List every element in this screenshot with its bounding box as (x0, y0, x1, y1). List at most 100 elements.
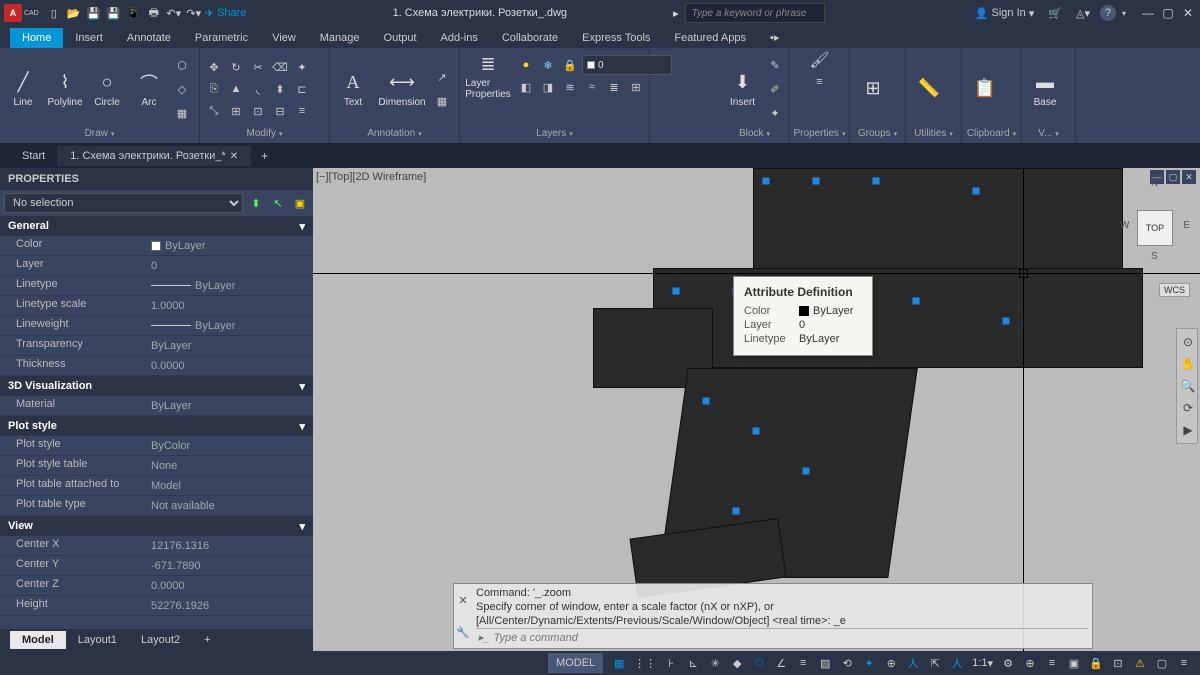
viewcube[interactable]: N W E S TOP (1120, 178, 1190, 278)
undo-icon[interactable]: ↶▾ (165, 4, 183, 22)
dimension-button[interactable]: ⟷Dimension (376, 69, 428, 110)
sb-units-icon[interactable]: ≡ (1042, 653, 1062, 673)
cmd-config-icon[interactable]: 🔧 (456, 626, 470, 639)
stretch-icon[interactable]: ⬍ (270, 79, 290, 99)
section-general[interactable]: General▾ (0, 216, 313, 236)
sb-annscale-icon[interactable]: ⇱ (925, 653, 945, 673)
save-icon[interactable]: 💾 (85, 4, 103, 22)
redo-icon[interactable]: ↷▾ (185, 4, 203, 22)
mirror-icon[interactable]: ▲ (226, 79, 246, 99)
sb-iso2-icon[interactable]: ⊡ (1108, 653, 1128, 673)
panel-modify[interactable]: Modify (204, 128, 325, 141)
zoom-icon[interactable]: 🔍 (1179, 377, 1197, 395)
sb-annvis-icon[interactable]: 人 (947, 653, 967, 673)
tab-collaborate[interactable]: Collaborate (490, 28, 570, 48)
tab-manage[interactable]: Manage (308, 28, 372, 48)
web-icon[interactable]: 📱 (125, 4, 143, 22)
layer-properties-button[interactable]: ≣Layer Properties (464, 50, 512, 102)
layer-match-icon[interactable]: ≋ (560, 77, 580, 97)
sb-trans-icon[interactable]: ▨ (815, 653, 835, 673)
section-view[interactable]: View▾ (0, 516, 313, 536)
panel-clipboard[interactable]: Clipboard (966, 128, 1017, 141)
block-attr-icon[interactable]: ✦ (765, 103, 785, 123)
sb-ortho-icon[interactable]: ⊾ (683, 653, 703, 673)
sb-dyn-icon[interactable]: ⊕ (881, 653, 901, 673)
tab-close-icon[interactable]: ✕ (230, 151, 238, 162)
sb-cycle-icon[interactable]: ⟲ (837, 653, 857, 673)
sb-qp-icon[interactable]: ▣ (1064, 653, 1084, 673)
tab-layout2[interactable]: Layout2 (129, 631, 192, 649)
pickadd-icon[interactable]: ▣ (291, 194, 309, 212)
draw-misc-3[interactable]: ▦ (172, 103, 192, 123)
draw-misc-2[interactable]: ◇ (172, 79, 192, 99)
layer-combo[interactable]: 0 (582, 55, 672, 75)
tab-express[interactable]: Express Tools (570, 28, 662, 48)
modify-misc1[interactable]: ⊡ (248, 101, 268, 121)
viewport-label[interactable]: [−][Top][2D Wireframe] (316, 171, 426, 183)
polyline-button[interactable]: ⌇Polyline (46, 69, 84, 110)
sb-ws-icon[interactable]: ⚙ (998, 653, 1018, 673)
modify-misc3[interactable]: ≡ (292, 101, 312, 121)
sb-infer-icon[interactable]: ⊦ (661, 653, 681, 673)
tab-extra-icon[interactable]: ▪▸ (758, 27, 791, 48)
sb-custom-icon[interactable]: ≡ (1174, 653, 1194, 673)
explode-icon[interactable]: ✦ (292, 57, 312, 77)
layer-misc3[interactable]: ⊞ (626, 77, 646, 97)
panel-layers[interactable]: Layers (464, 128, 645, 141)
groups-button[interactable]: ⊞ (854, 74, 892, 104)
sb-model[interactable]: MODEL (548, 653, 603, 673)
app-logo[interactable]: A (4, 4, 22, 22)
move-icon[interactable]: ✥ (204, 57, 224, 77)
layer-freeze-icon[interactable]: ❄ (538, 55, 558, 75)
base-button[interactable]: ▬Base (1026, 69, 1064, 110)
search-input[interactable]: Type a keyword or phrase (685, 3, 825, 23)
block-edit-icon[interactable]: ✐ (765, 79, 785, 99)
drawing-canvas[interactable]: [−][Top][2D Wireframe] — ▢ ✕ (313, 168, 1200, 651)
sb-snap-icon[interactable]: ⋮⋮ (631, 653, 659, 673)
panel-groups[interactable]: Groups (854, 128, 901, 141)
maximize-icon[interactable]: ▢ (1160, 6, 1176, 20)
sb-osnap-icon[interactable]: □ (749, 653, 769, 673)
sb-iso-icon[interactable]: ◆ (727, 653, 747, 673)
minimize-icon[interactable]: — (1140, 6, 1156, 20)
scale-icon[interactable]: ⤡ (204, 101, 224, 121)
sb-clean-icon[interactable]: ▢ (1152, 653, 1172, 673)
selectobj-icon[interactable]: ↖ (269, 194, 287, 212)
orbit-icon[interactable]: ⟳ (1179, 399, 1197, 417)
rotate-icon[interactable]: ↻ (226, 57, 246, 77)
tab-output[interactable]: Output (372, 28, 429, 48)
sb-ann-icon[interactable]: 人 (903, 653, 923, 673)
layer-off-icon[interactable]: ◨ (538, 77, 558, 97)
sb-3dosnap-icon[interactable]: ✦ (859, 653, 879, 673)
leader-icon[interactable]: ↗ (432, 67, 452, 87)
fullnav-icon[interactable]: ⊙ (1179, 333, 1197, 351)
tab-annotate[interactable]: Annotate (115, 28, 183, 48)
match-props-icon[interactable]: 🖌 (810, 50, 830, 70)
panel-block[interactable]: Block (724, 128, 785, 141)
modify-misc2[interactable]: ⊟ (270, 101, 290, 121)
tab-document[interactable]: 1. Схема электрики. Розетки_*✕ (58, 146, 251, 166)
selection-combo[interactable]: No selection (4, 193, 243, 213)
fillet-icon[interactable]: ◟ (248, 79, 268, 99)
tab-add-icon[interactable]: + (251, 145, 278, 167)
showmotion-icon[interactable]: ▶ (1179, 421, 1197, 439)
plot-icon[interactable]: 🖶 (145, 4, 163, 22)
section-plot[interactable]: Plot style▾ (0, 416, 313, 436)
arc-button[interactable]: ⌒Arc (130, 69, 168, 110)
tab-layout-add[interactable]: + (192, 631, 222, 649)
panel-annotation[interactable]: Annotation (334, 128, 455, 141)
utilities-button[interactable]: 📏 (910, 74, 948, 104)
erase-icon[interactable]: ⌫ (270, 57, 290, 77)
clipboard-button[interactable]: 📋 (966, 74, 1004, 104)
sb-hw-icon[interactable]: ⚠ (1130, 653, 1150, 673)
layer-misc1[interactable]: ≈ (582, 77, 602, 97)
tab-layout1[interactable]: Layout1 (66, 631, 129, 649)
pan-icon[interactable]: ✋ (1179, 355, 1197, 373)
tab-start[interactable]: Start (10, 146, 58, 166)
sb-lw-icon[interactable]: ≡ (793, 653, 813, 673)
close-icon[interactable]: ✕ (1180, 6, 1196, 20)
trim-icon[interactable]: ✂ (248, 57, 268, 77)
text-button[interactable]: AText (334, 69, 372, 110)
circle-button[interactable]: ○Circle (88, 69, 126, 110)
command-line[interactable]: ✕🔧 Command: '_.zoom Specify corner of wi… (453, 583, 1093, 649)
